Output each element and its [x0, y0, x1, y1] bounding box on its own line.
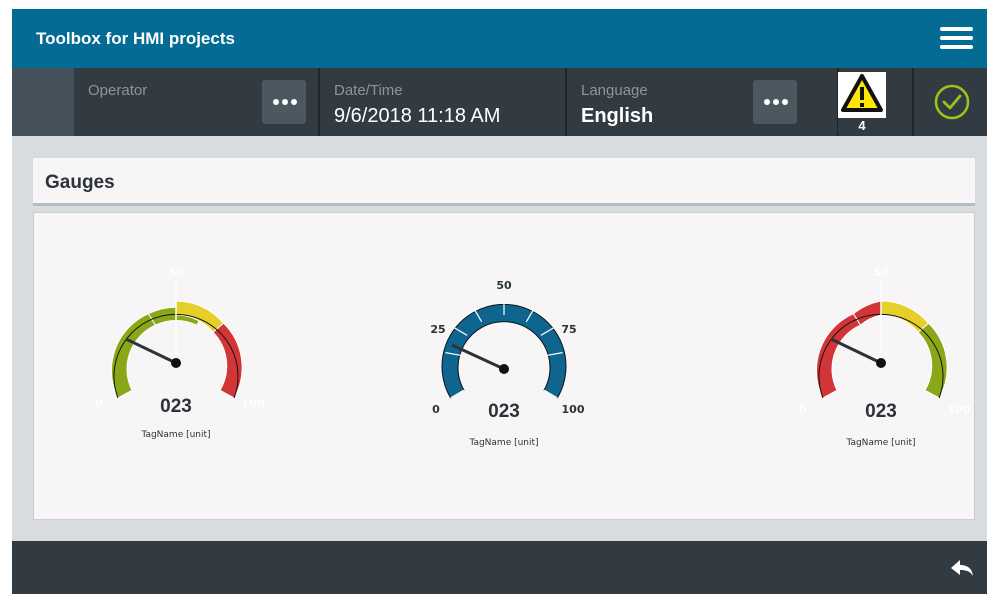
gauge-pivot — [876, 358, 886, 368]
gauge-zone-red — [816, 313, 862, 399]
gauge-needle — [125, 337, 177, 365]
datetime-label: Date/Time — [334, 82, 403, 99]
section-header: Gauges — [33, 158, 975, 206]
hamburger-menu-icon[interactable] — [940, 27, 973, 53]
gauge-value: 023 — [865, 401, 897, 422]
status-bar: Operator Date/Time 9/6/2018 11:18 AM Lan… — [12, 68, 987, 136]
language-value: English — [581, 105, 654, 127]
datetime-cell: Date/Time 9/6/2018 11:18 AM — [320, 68, 565, 136]
app-title: Toolbox for HMI projects — [36, 29, 235, 48]
gauge-zone-green — [917, 322, 948, 399]
gauge-tick-label: 0 — [95, 397, 103, 410]
gauge-tick-label: 100 — [562, 403, 585, 416]
gauge-arc-blue — [441, 303, 567, 399]
check-circle-icon[interactable] — [932, 82, 972, 122]
gauge-value: 023 — [160, 396, 192, 417]
gauge-tick-label: 0 — [799, 403, 807, 416]
gauge-tick-label: 75 — [561, 323, 576, 336]
operator-more-button[interactable] — [262, 80, 306, 124]
divider — [912, 68, 914, 136]
gauge-pivot — [499, 364, 509, 374]
footer-bar — [12, 541, 987, 594]
app-header: Toolbox for HMI projects — [12, 9, 987, 68]
gauge-tick-label: 50 — [873, 266, 889, 279]
gauge-zone-red — [212, 322, 243, 399]
content-area: Gauges 0 50 100 023 TagName [unit] 0 25 … — [12, 136, 987, 541]
gauge-tag-label: TagName [unit] — [468, 438, 538, 448]
alarm-count: 4 — [838, 118, 886, 134]
warning-icon — [841, 74, 883, 112]
gauge-pivot — [171, 358, 181, 368]
operator-cell: Operator — [74, 68, 318, 136]
gauge-tick-label: 50 — [496, 279, 512, 292]
gauge-value: 023 — [488, 401, 520, 422]
operator-label: Operator — [88, 82, 148, 99]
language-more-button[interactable] — [753, 80, 797, 124]
gauge-tick-label: 0 — [432, 403, 440, 416]
gauge-tick-label: 25 — [430, 323, 445, 336]
gauge-tick-label: 50 — [168, 266, 184, 279]
gauge-blue-center: 0 25 50 75 100 023 TagName [unit] — [430, 279, 585, 448]
status-bar-stub — [12, 68, 74, 136]
gauge-zone-yellow — [880, 300, 930, 334]
gauge-tick-label: 100 — [948, 403, 971, 416]
gauge-zone-green — [111, 313, 157, 399]
gauge-needle — [451, 343, 505, 371]
gauge-traffic-right: 0 50 100 023 TagName [unit] — [799, 266, 971, 448]
language-label: Language — [581, 82, 648, 99]
gauge-tag-label: TagName [unit] — [845, 438, 915, 448]
section-title: Gauges — [45, 172, 115, 193]
language-cell: Language English — [567, 68, 837, 136]
datetime-value: 9/6/2018 11:18 AM — [334, 105, 501, 127]
gauge-traffic-left: 0 50 100 023 TagName [unit] — [95, 266, 265, 440]
alarm-indicator-button[interactable]: 4 — [838, 72, 886, 134]
gauge-tag-label: TagName [unit] — [140, 430, 210, 440]
gauge-needle — [830, 337, 882, 365]
gauge-tick-label: 100 — [242, 397, 265, 410]
back-arrow-icon[interactable] — [949, 557, 975, 579]
gauges-panel: 0 50 100 023 TagName [unit] 0 25 50 75 1… — [33, 212, 975, 520]
